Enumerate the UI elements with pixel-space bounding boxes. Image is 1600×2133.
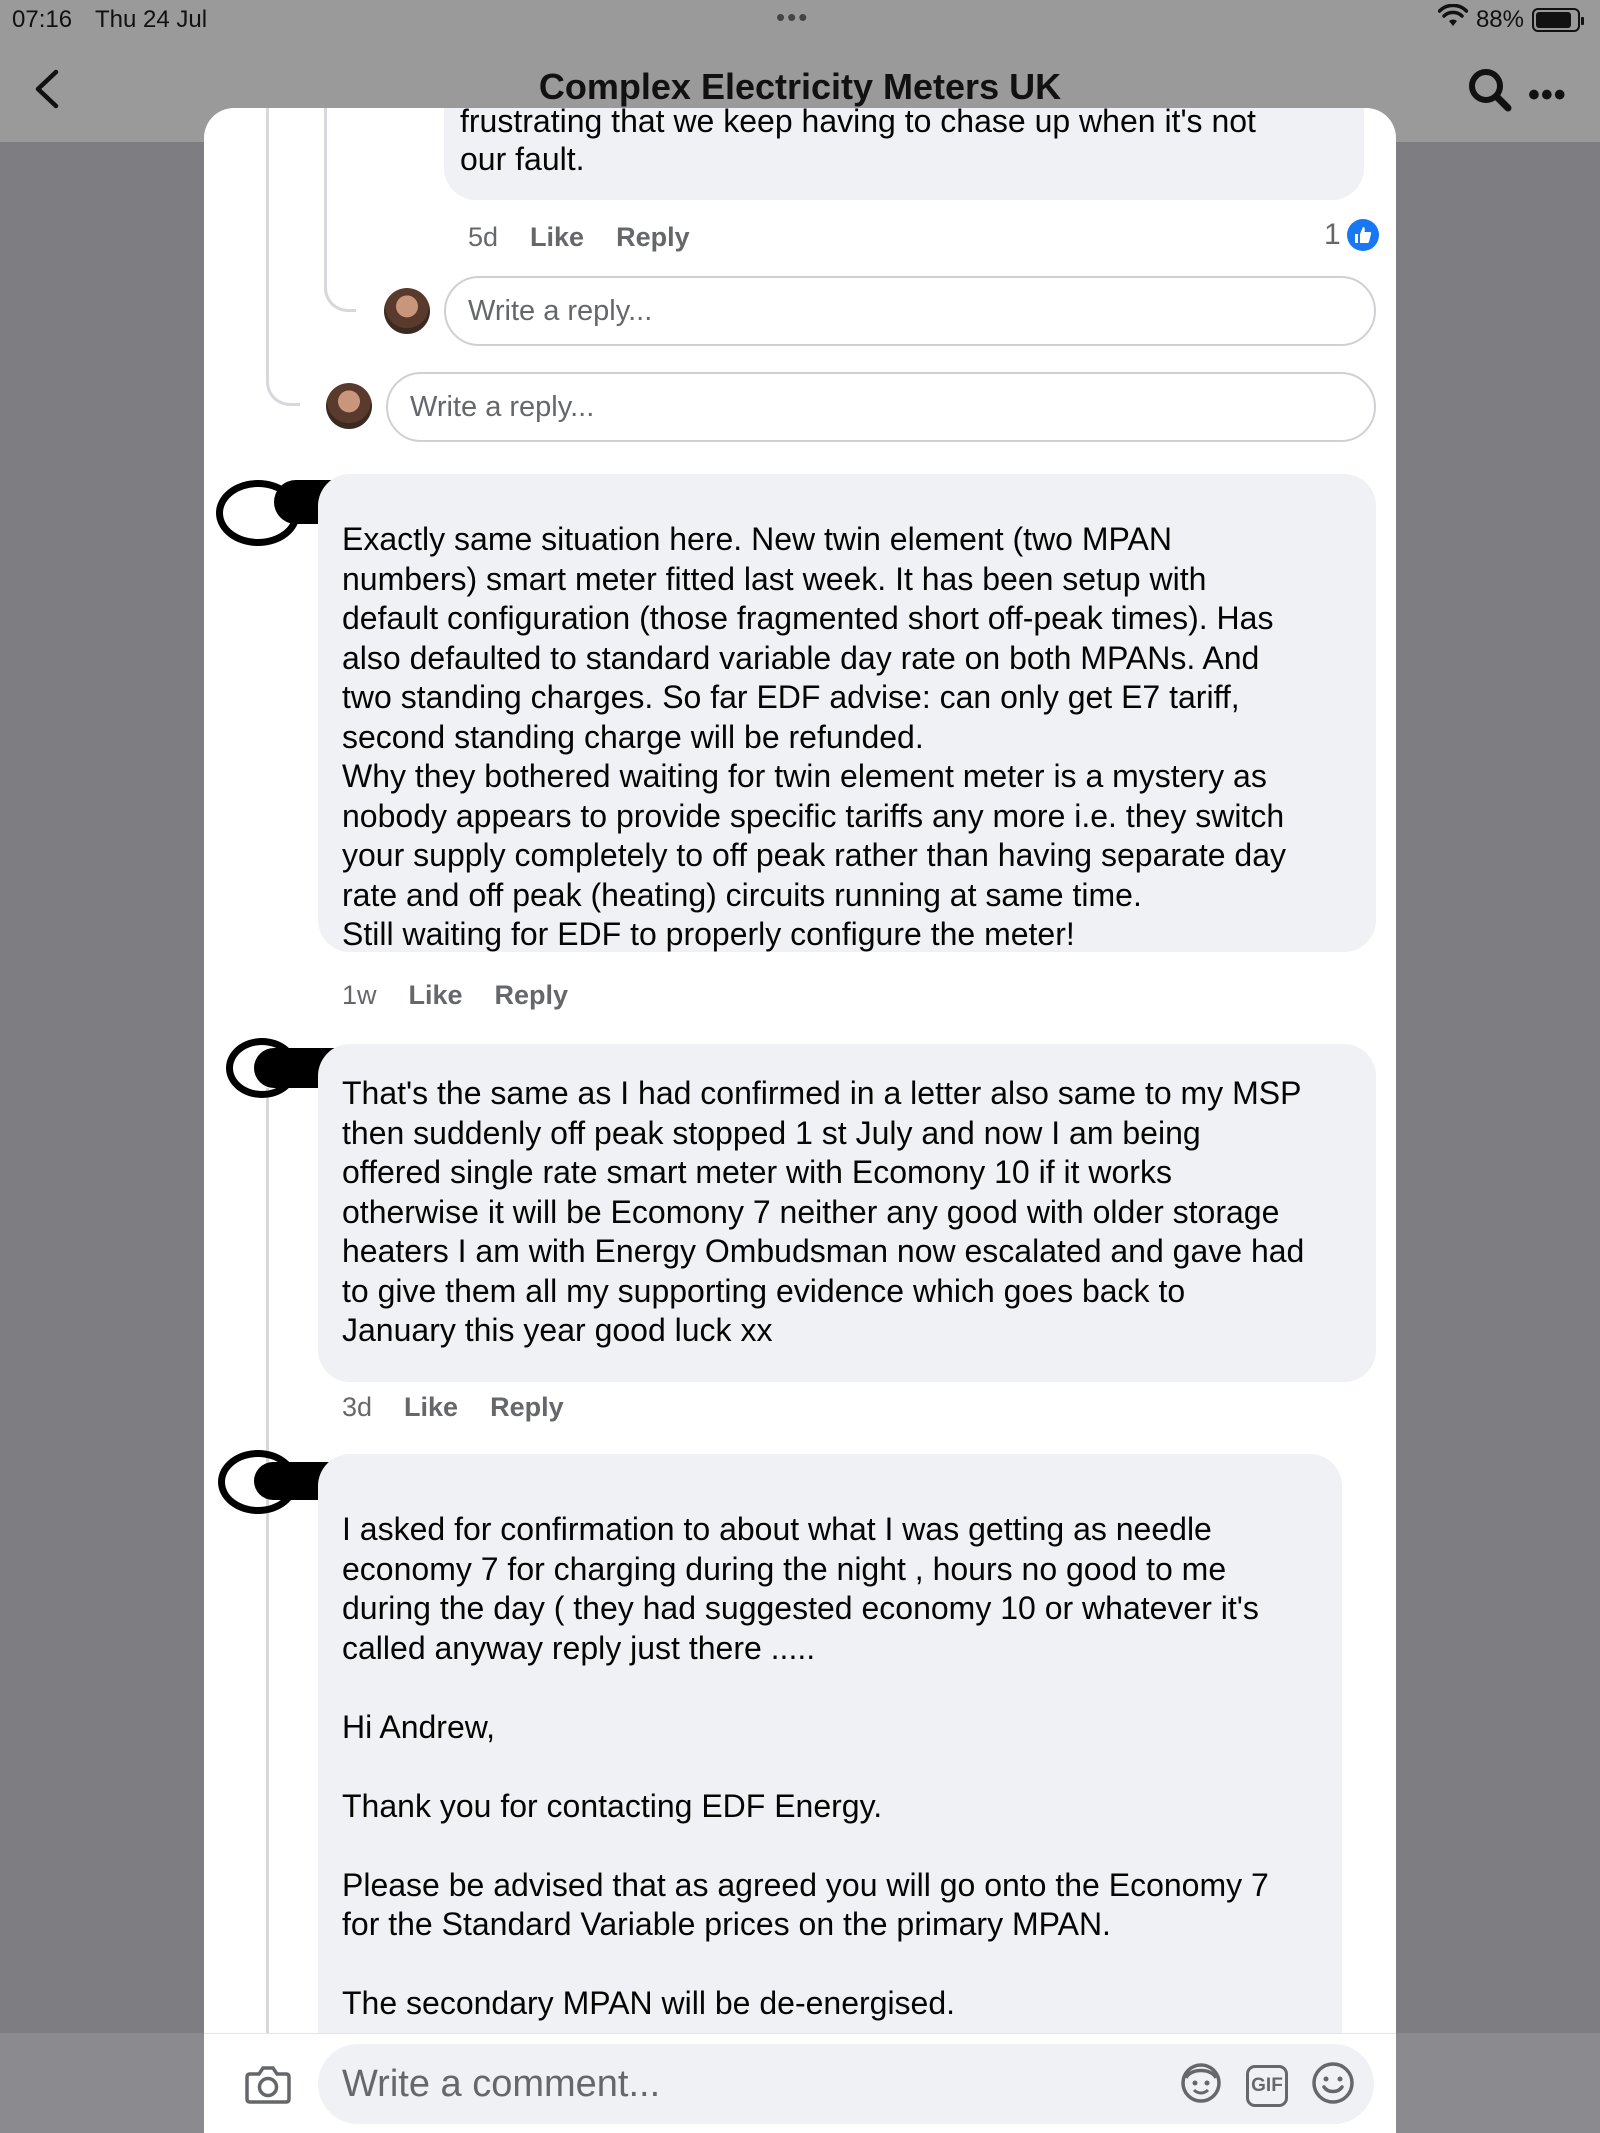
battery-percent: 88%	[1475, 5, 1524, 33]
avatar[interactable]	[384, 288, 430, 334]
more-icon: •••	[1528, 76, 1567, 114]
thread-connector-outer	[266, 108, 300, 406]
reply-button[interactable]: Reply	[616, 222, 690, 253]
comment-meta: 3d Like Reply	[342, 1392, 564, 1423]
comment-time: 5d	[468, 222, 499, 252]
search-button[interactable]	[1466, 66, 1514, 114]
camera-icon[interactable]	[244, 2062, 292, 2111]
comments-sheet: frustrating that we keep having to chase…	[204, 108, 1396, 2133]
reply-input[interactable]: Write a reply...	[444, 276, 1376, 346]
search-icon	[1469, 69, 1512, 112]
comment-time: 3d	[342, 1392, 373, 1422]
comment-meta: 5d Like Reply	[468, 222, 690, 253]
status-right: 88%	[1437, 3, 1584, 35]
comment-time: 1w	[342, 980, 377, 1010]
comment-text: our fault.	[460, 141, 585, 177]
status-time: 07:16	[12, 6, 73, 33]
wifi-icon	[1437, 3, 1469, 35]
comment-bubble: Exactly same situation here. New twin el…	[318, 474, 1376, 952]
more-button[interactable]: •••	[1528, 76, 1567, 115]
comment-bubble: I asked for confirmation to about what I…	[318, 1454, 1342, 2133]
emoji-icon[interactable]	[1310, 2060, 1356, 2111]
like-button[interactable]: Like	[530, 222, 584, 253]
comment-text-partial: frustrating that we keep having to chase…	[460, 108, 1256, 139]
status-date: Thu 24 Jul	[95, 6, 208, 33]
thread-connector-inner	[324, 108, 356, 312]
comment-text: That's the same as I had confirmed in a …	[342, 1075, 1305, 1348]
reaction-count[interactable]: 1	[1324, 218, 1379, 252]
comment-text: Exactly same situation here. New twin el…	[342, 521, 1286, 952]
comment-bubble: frustrating that we keep having to chase…	[444, 108, 1364, 200]
reply-placeholder: Write a reply...	[468, 294, 653, 327]
gif-icon[interactable]: GIF	[1246, 2064, 1288, 2107]
page-title: Complex Electricity Meters UK	[538, 66, 1062, 107]
comment-text: I asked for confirmation to about what I…	[342, 1511, 1269, 2021]
battery-icon	[1532, 7, 1584, 32]
reply-placeholder: Write a reply...	[410, 390, 595, 423]
comment-bubble: That's the same as I had confirmed in a …	[318, 1044, 1376, 1382]
like-button[interactable]: Like	[404, 1392, 458, 1423]
thread-connector-last	[266, 1088, 269, 2133]
composer-bar: Write a comment... GIF	[0, 2033, 1600, 2133]
composer-icons: GIF	[1178, 2060, 1356, 2111]
like-button[interactable]: Like	[409, 980, 463, 1011]
reply-input[interactable]: Write a reply...	[386, 372, 1376, 442]
composer: Write a comment... GIF	[204, 2033, 1396, 2133]
comment-placeholder: Write a comment...	[342, 2062, 661, 2105]
avatar[interactable]	[326, 383, 372, 429]
comment-meta: 1w Like Reply	[342, 980, 568, 1011]
avatar-sticker-icon[interactable]	[1178, 2060, 1224, 2111]
reply-button[interactable]: Reply	[495, 980, 569, 1011]
reaction-number: 1	[1324, 218, 1341, 251]
thumbs-up-icon	[1346, 219, 1379, 251]
reply-button[interactable]: Reply	[490, 1392, 564, 1423]
status-bar: 07:16 Thu 24 Jul ••• 88%	[0, 0, 1600, 40]
multitasking-dots[interactable]: •••	[776, 2, 809, 33]
